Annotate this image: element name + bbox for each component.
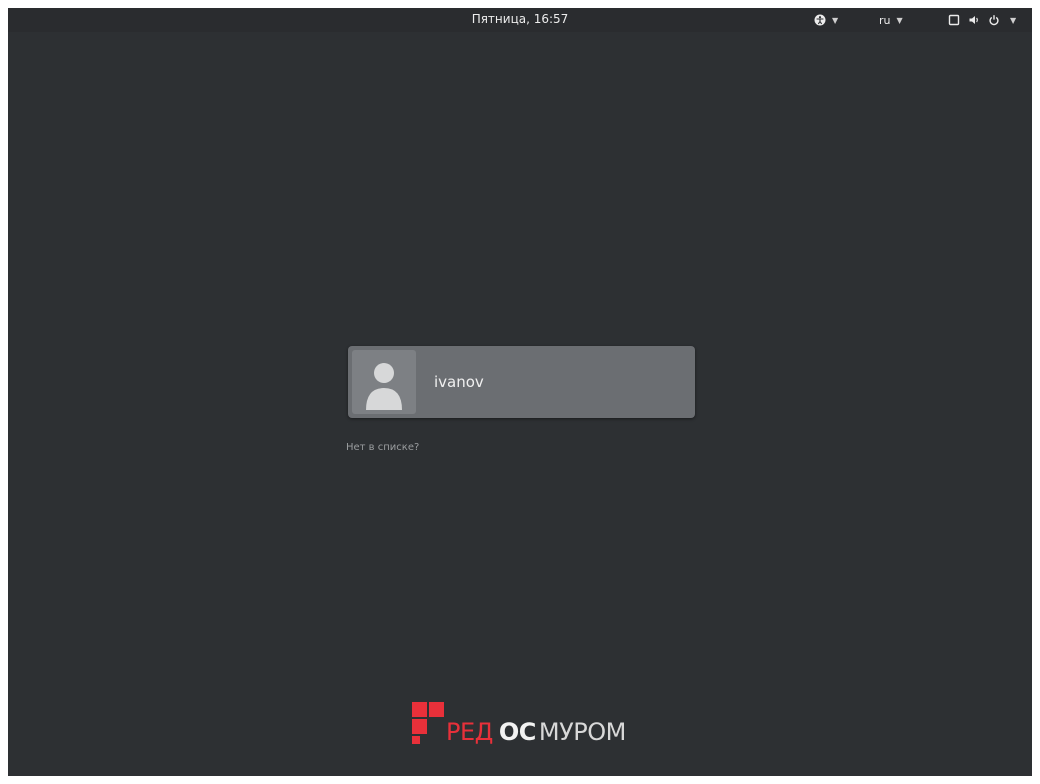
system-menu[interactable]: ▼ — [948, 11, 1016, 29]
logo-squares-icon — [412, 702, 444, 744]
user-avatar-icon — [352, 350, 416, 414]
accessibility-menu[interactable]: ▼ — [814, 11, 838, 29]
accessibility-icon — [814, 14, 826, 26]
display-icon — [948, 14, 960, 26]
logo-text-os: ОС — [498, 718, 537, 746]
power-icon — [988, 14, 1000, 26]
chevron-down-icon: ▼ — [832, 15, 839, 25]
volume-icon — [968, 14, 980, 26]
redos-logo: РЕД ОС МУРОМ — [412, 694, 626, 746]
keyboard-layout-label: ru — [879, 13, 891, 27]
not-listed-link[interactable]: Нет в списке? — [346, 442, 419, 453]
username-label: ivanov — [434, 373, 484, 391]
logo-text-red: РЕД — [446, 718, 493, 746]
chevron-down-icon: ▼ — [896, 15, 903, 25]
logo-text-murom: МУРОМ — [538, 718, 626, 746]
login-screen: Пятница, 16:57 ▼ ru ▼ ▼ ivanov Нет в спи… — [8, 8, 1032, 776]
user-list-item[interactable]: ivanov — [348, 346, 695, 418]
keyboard-layout-menu[interactable]: ru ▼ — [879, 11, 903, 29]
top-bar: Пятница, 16:57 ▼ ru ▼ ▼ — [8, 8, 1032, 32]
chevron-down-icon: ▼ — [1010, 15, 1017, 25]
